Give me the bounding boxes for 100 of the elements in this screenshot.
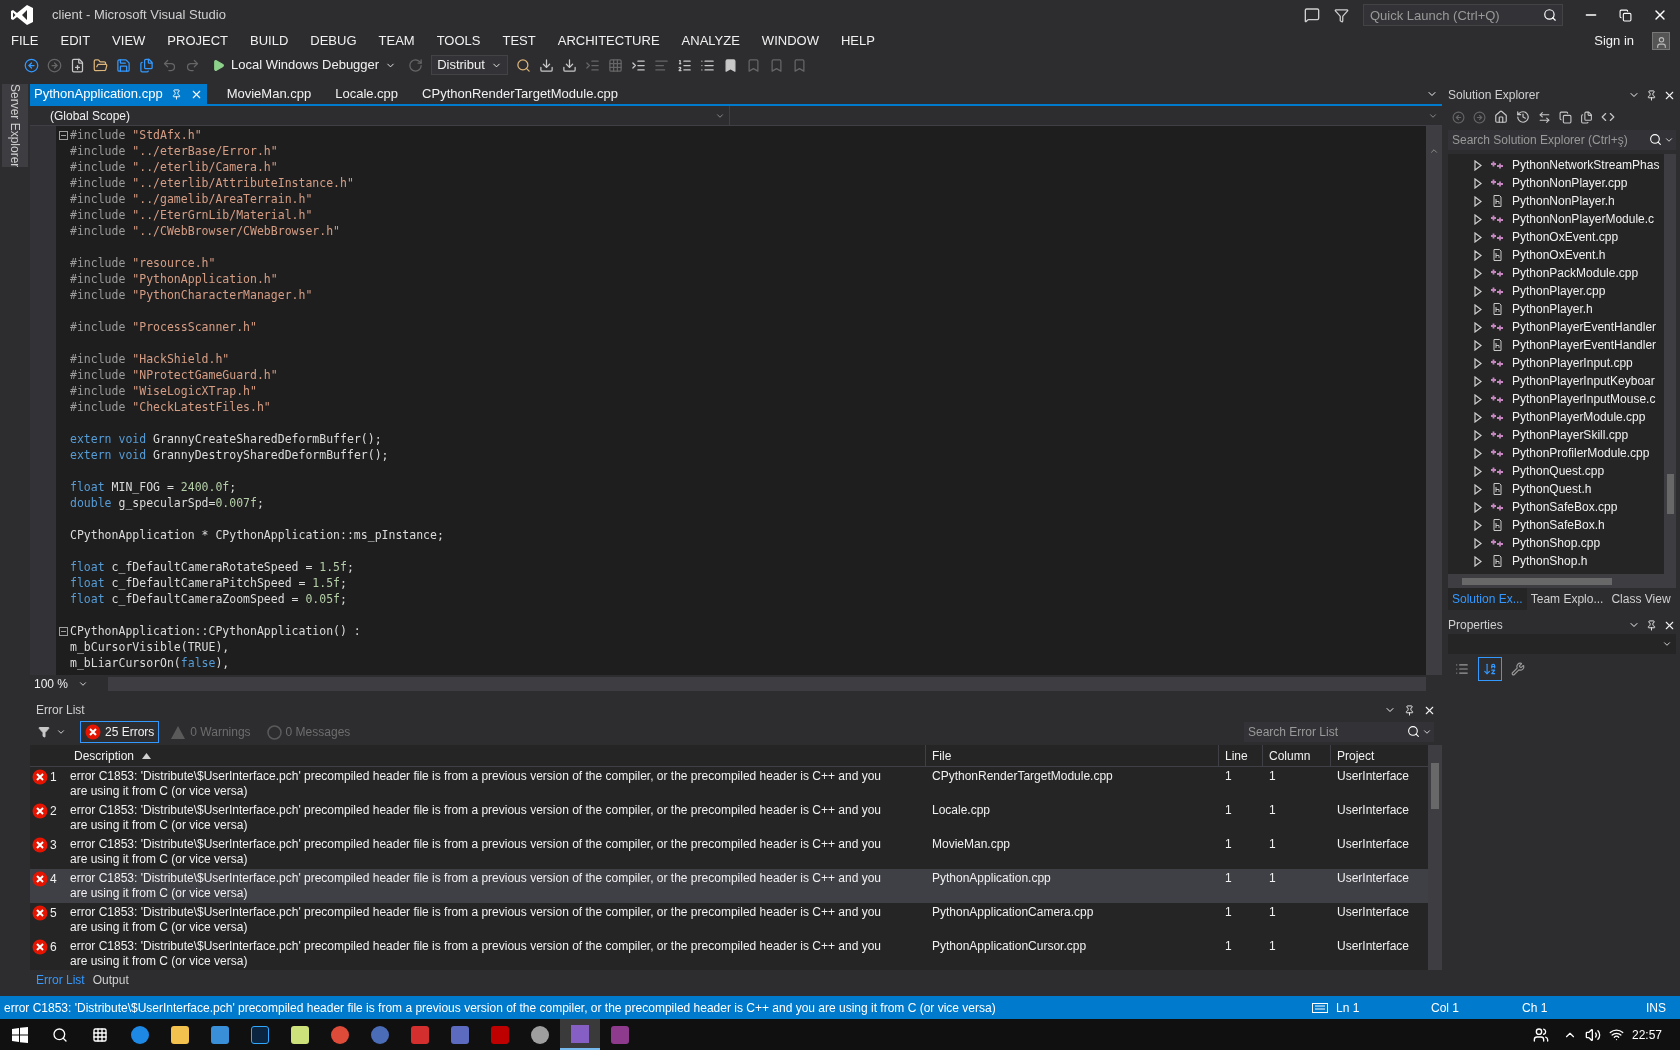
expand-arrow-icon[interactable] xyxy=(1474,357,1482,369)
menu-item[interactable]: ANALYZE xyxy=(670,31,751,51)
menu-item[interactable]: DEBUG xyxy=(299,31,368,51)
column-header[interactable]: Column xyxy=(1263,745,1331,766)
wifi-icon[interactable] xyxy=(1608,1027,1624,1042)
filter-toggle[interactable]: 25 Errors xyxy=(80,721,160,743)
new-project-icon[interactable] xyxy=(70,57,85,73)
account-avatar[interactable] xyxy=(1652,32,1670,50)
menu-item[interactable]: WINDOW xyxy=(750,31,830,51)
people-icon[interactable] xyxy=(1532,1026,1549,1043)
collapse-icon[interactable] xyxy=(58,130,68,140)
indent-icon[interactable] xyxy=(630,57,646,73)
undo-icon[interactable] xyxy=(162,57,177,73)
editor-tab[interactable]: Locale.cpp xyxy=(331,84,403,104)
editor-tab[interactable]: MovieMan.cpp xyxy=(222,84,316,104)
file-item[interactable]: PythonQuest.h xyxy=(1512,480,1592,498)
editor-tab[interactable]: CPythonRenderTargetModule.cpp xyxy=(418,84,622,104)
start-button[interactable] xyxy=(12,1026,28,1043)
panel-tab[interactable]: Error List xyxy=(36,971,85,989)
pin-icon[interactable] xyxy=(1404,704,1415,716)
expand-arrow-icon[interactable] xyxy=(1474,249,1482,261)
file-item[interactable]: PythonShop.cpp xyxy=(1512,534,1601,552)
expand-arrow-icon[interactable] xyxy=(1474,195,1482,207)
search-icon[interactable] xyxy=(1407,725,1420,738)
expand-arrow-icon[interactable] xyxy=(1474,411,1482,423)
column-header[interactable]: Description xyxy=(68,745,926,766)
search-icon[interactable] xyxy=(1543,8,1557,22)
back-icon[interactable] xyxy=(24,57,39,73)
menu-item[interactable]: ARCHITECTURE xyxy=(546,31,671,51)
search-icon[interactable] xyxy=(52,1026,68,1043)
file-item[interactable]: PythonNonPlayer.cpp xyxy=(1512,174,1628,192)
expand-arrow-icon[interactable] xyxy=(1474,159,1482,171)
alphabetical-view-button[interactable] xyxy=(1478,657,1502,681)
file-item[interactable]: PythonPlayerSkill.cpp xyxy=(1512,426,1629,444)
file-item[interactable]: PythonNetworkStreamPhas xyxy=(1512,156,1660,174)
horizontal-scrollbar[interactable] xyxy=(1448,574,1676,588)
view-code-icon[interactable] xyxy=(1601,110,1615,124)
file-item[interactable]: PythonProfilerModule.cpp xyxy=(1512,444,1650,462)
expand-arrow-icon[interactable] xyxy=(1474,429,1482,441)
bookmark-icon[interactable] xyxy=(722,57,738,73)
expand-arrow-icon[interactable] xyxy=(1474,231,1482,243)
menu-item[interactable]: HELP xyxy=(829,31,886,51)
forward-icon[interactable] xyxy=(47,57,62,73)
file-item[interactable]: PythonPlayerInputMouse.c xyxy=(1512,390,1656,408)
expand-arrow-icon[interactable] xyxy=(1474,465,1482,477)
sync-icon[interactable] xyxy=(1538,110,1551,124)
menu-item[interactable]: BUILD xyxy=(239,31,300,51)
column-header[interactable]: Project xyxy=(1331,745,1428,766)
feedback-icon[interactable] xyxy=(1304,7,1320,23)
file-item[interactable]: PythonPlayerInputKeyboar xyxy=(1512,372,1655,390)
download-icon[interactable] xyxy=(561,57,577,73)
file-item[interactable]: PythonPackModule.cpp xyxy=(1512,264,1639,282)
file-item[interactable]: PythonPlayerEventHandler xyxy=(1512,318,1657,336)
expand-arrow-icon[interactable] xyxy=(1474,519,1482,531)
file-item[interactable]: PythonShop.h xyxy=(1512,552,1588,570)
download-icon[interactable] xyxy=(538,57,554,73)
file-item[interactable]: PythonPlayer.cpp xyxy=(1512,282,1606,300)
menu-item[interactable]: PROJECT xyxy=(156,31,239,51)
align-icon[interactable] xyxy=(653,57,669,73)
file-item[interactable]: PythonNonPlayerModule.c xyxy=(1512,210,1655,228)
search-icon[interactable] xyxy=(1649,133,1662,146)
home-icon[interactable] xyxy=(1494,110,1508,124)
vertical-scrollbar[interactable] xyxy=(1664,154,1676,574)
list-icon[interactable] xyxy=(676,57,692,73)
expand-arrow-icon[interactable] xyxy=(1474,483,1482,495)
filter-icon[interactable] xyxy=(38,726,50,738)
expand-arrow-icon[interactable] xyxy=(1474,285,1482,297)
menu-item[interactable]: VIEW xyxy=(101,31,157,51)
scope-dropdown[interactable]: (Global Scope) xyxy=(30,106,730,125)
menu-item[interactable]: TEAM xyxy=(367,31,426,51)
collapse-icon[interactable] xyxy=(58,626,68,636)
expand-arrow-icon[interactable] xyxy=(1474,321,1482,333)
restore-button[interactable] xyxy=(1619,8,1632,22)
grid-icon[interactable] xyxy=(607,57,623,73)
file-item[interactable]: PythonPlayer.h xyxy=(1512,300,1593,318)
configuration-dropdown[interactable]: Distribut xyxy=(431,55,508,75)
vertical-scrollbar[interactable] xyxy=(1428,745,1442,970)
start-debugger-button[interactable]: Local Windows Debugger xyxy=(208,54,401,76)
file-item[interactable]: PythonSafeBox.h xyxy=(1512,516,1605,534)
find-icon[interactable] xyxy=(515,57,531,73)
visual-studio-taskbar-icon[interactable] xyxy=(560,1019,600,1050)
expand-arrow-icon[interactable] xyxy=(1474,339,1482,351)
show-all-files-icon[interactable] xyxy=(1580,110,1593,124)
panel-tab[interactable]: Output xyxy=(92,971,129,989)
vertical-scrollbar[interactable] xyxy=(1426,126,1442,675)
caret-icon[interactable] xyxy=(1664,135,1674,145)
file-item[interactable]: PythonQuest.cpp xyxy=(1512,462,1605,480)
expand-arrow-icon[interactable] xyxy=(1474,447,1482,459)
collapse-all-icon[interactable] xyxy=(1559,110,1572,124)
file-item[interactable]: PythonSafeBox.cpp xyxy=(1512,498,1618,516)
file-item[interactable]: PythonPlayerInput.cpp xyxy=(1512,354,1633,372)
expand-arrow-icon[interactable] xyxy=(1474,393,1482,405)
save-all-icon[interactable] xyxy=(139,57,154,73)
sign-in-link[interactable]: Sign in xyxy=(1594,31,1634,51)
error-row[interactable] xyxy=(30,869,1428,903)
pin-icon[interactable] xyxy=(1646,89,1657,101)
caret-icon[interactable] xyxy=(1422,727,1432,737)
search-error-field[interactable]: Search Error List xyxy=(1244,722,1434,742)
menu-item[interactable]: FILE xyxy=(0,31,50,51)
filter-icon[interactable] xyxy=(1334,7,1349,23)
